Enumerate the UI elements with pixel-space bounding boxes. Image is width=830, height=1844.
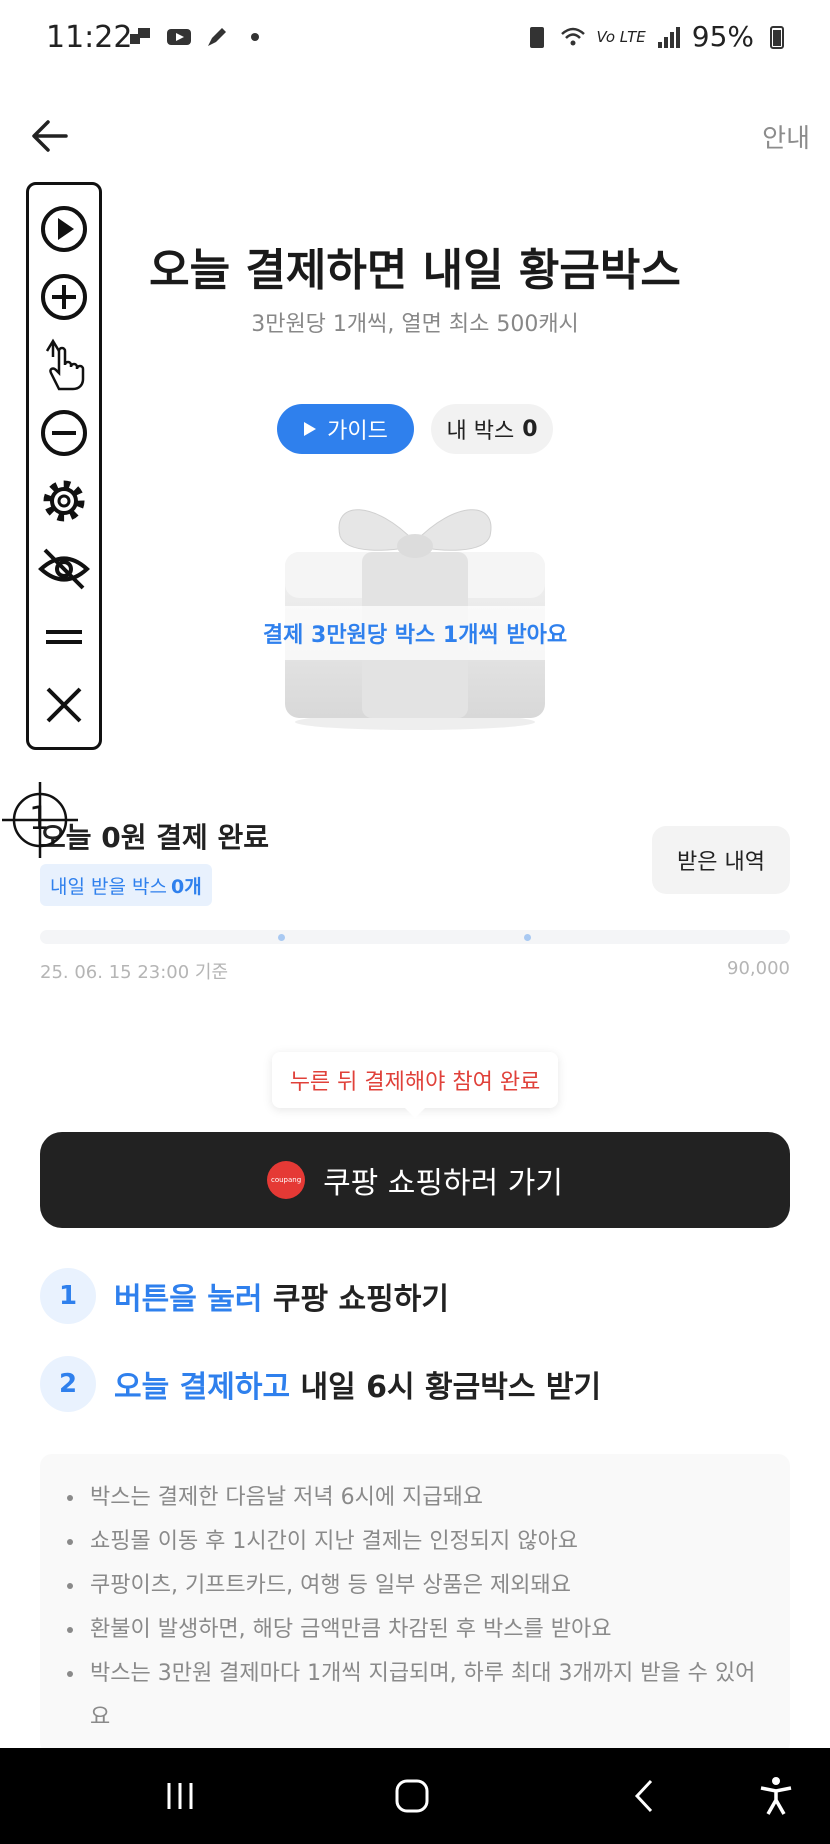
home-icon — [395, 1779, 429, 1813]
tomorrow-box-count: 0개 — [170, 875, 202, 898]
tomorrow-box-badge: 내일 받을 박스 0개 — [40, 864, 212, 906]
eye-off-icon — [38, 548, 90, 590]
battery-saver-icon — [530, 26, 545, 48]
minus-circle-icon — [41, 410, 87, 456]
back-arrow-icon[interactable] — [30, 116, 70, 156]
progress-goal: 90,000 — [727, 958, 790, 979]
play-icon — [304, 422, 317, 436]
system-nav-bar — [0, 1748, 830, 1844]
app-notification-icon — [130, 28, 150, 44]
received-history-button[interactable]: 받은 내역 — [652, 826, 790, 894]
notice-item: 박스는 결제한 다음날 저녁 6시에 지급돼요 — [86, 1476, 760, 1520]
notice-box: 박스는 결제한 다음날 저녁 6시에 지급돼요 쇼핑몰 이동 후 1시간이 지난… — [40, 1454, 790, 1754]
plus-circle-icon — [41, 274, 87, 320]
crosshair-marker: 1 — [2, 782, 78, 858]
toolbar-close-button[interactable] — [36, 677, 92, 733]
step-text: 버튼을 눌러 쿠팡 쇼핑하기 — [114, 1274, 449, 1318]
notification-icons — [128, 24, 268, 50]
step-number: 2 — [40, 1356, 96, 1412]
step-2: 2 오늘 결제하고 내일 6시 황금박스 받기 — [40, 1356, 601, 1412]
notice-item: 환불이 발생하면, 해당 금액만큼 차감된 후 박스를 받아요 — [86, 1608, 760, 1652]
network-label: Vo LTE — [596, 27, 646, 46]
close-icon — [46, 687, 82, 723]
step-1: 1 버튼을 눌러 쿠팡 쇼핑하기 — [40, 1268, 449, 1324]
step-number: 1 — [40, 1268, 96, 1324]
battery-percent: 95% — [691, 20, 754, 53]
step-highlight: 버튼을 눌러 — [114, 1282, 263, 1317]
back-nav-button[interactable] — [622, 1774, 666, 1818]
tomorrow-box-label: 내일 받을 박스 — [50, 875, 167, 898]
step-rest: 쿠팡 쇼핑하기 — [262, 1282, 449, 1317]
progress-marker — [524, 934, 531, 941]
wifi-icon — [561, 27, 586, 45]
toolbar-settings-button[interactable] — [36, 473, 92, 529]
play-circle-icon — [41, 206, 87, 252]
youtube-icon — [167, 29, 191, 45]
pen-icon — [208, 28, 226, 46]
toolbar-gesture-button[interactable] — [36, 337, 92, 393]
tap-hand-icon — [45, 338, 85, 391]
accessibility-button[interactable] — [754, 1774, 798, 1818]
toolbar-zoom-out-button[interactable] — [36, 405, 92, 461]
notice-list: 박스는 결제한 다음날 저녁 6시에 지급돼요 쇼핑몰 이동 후 1시간이 지난… — [86, 1476, 760, 1740]
go-shopping-label: 쿠팡 쇼핑하러 가기 — [323, 1166, 563, 1201]
status-right: Vo LTE 95% — [524, 20, 790, 53]
accessibility-icon — [760, 1777, 792, 1815]
status-time: 11:22 — [46, 20, 133, 55]
floating-toolbar — [26, 182, 102, 750]
page-title: 오늘 결제하면 내일 황금박스 — [149, 245, 681, 296]
my-box-label: 내 박스 — [446, 419, 515, 444]
back-chevron-icon — [634, 1779, 653, 1813]
step-highlight: 오늘 결제하고 — [114, 1370, 291, 1405]
notice-item: 쿠팡이츠, 기프트카드, 여행 등 일부 상품은 제외돼요 — [86, 1564, 760, 1608]
progress-timestamp: 25. 06. 15 23:00 기준 — [40, 962, 229, 983]
status-bar: 11:22 Vo LTE 95% — [0, 0, 830, 76]
dot-icon — [251, 33, 259, 41]
payment-progress-bar — [40, 930, 790, 944]
progress-marker — [278, 934, 285, 941]
help-link[interactable]: 안내 — [762, 118, 810, 155]
recent-apps-icon — [167, 1783, 193, 1809]
crosshair-label: 1 — [29, 799, 50, 837]
toolbar-drag-handle[interactable] — [36, 609, 92, 665]
participation-tooltip: 누른 뒤 결제해야 참여 완료 — [272, 1052, 558, 1118]
notice-item: 쇼핑몰 이동 후 1시간이 지난 결제는 인정되지 않아요 — [86, 1520, 760, 1564]
go-shopping-button[interactable]: coupang 쿠팡 쇼핑하러 가기 — [40, 1132, 790, 1228]
step-rest: 내일 6시 황금박스 받기 — [290, 1370, 602, 1405]
page-subtitle: 3만원당 1개씩, 열면 최소 500캐시 — [251, 312, 579, 337]
gear-icon — [43, 480, 85, 522]
step-text: 오늘 결제하고 내일 6시 황금박스 받기 — [114, 1362, 601, 1406]
drag-handle-icon — [46, 630, 82, 644]
gift-caption: 결제 3만원당 박스 1개씩 받아요 — [240, 606, 590, 660]
guide-label: 가이드 — [327, 419, 388, 444]
coupang-logo-icon: coupang — [267, 1161, 306, 1199]
signal-icon — [657, 26, 680, 48]
battery-icon — [770, 25, 784, 49]
notice-item: 박스는 3만원 결제마다 1개씩 지급되며, 하루 최대 3개까지 받을 수 있… — [86, 1652, 760, 1740]
my-box-count: 0 — [522, 416, 538, 442]
coupang-logo-text: coupang — [270, 1176, 302, 1184]
recent-apps-button[interactable] — [158, 1774, 202, 1818]
guide-button[interactable]: 가이드 — [277, 404, 414, 454]
toolbar-hide-button[interactable] — [36, 541, 92, 597]
toolbar-zoom-in-button[interactable] — [36, 269, 92, 325]
my-box-button[interactable]: 내 박스 0 — [431, 404, 553, 454]
home-button[interactable] — [390, 1774, 434, 1818]
toolbar-play-button[interactable] — [36, 201, 92, 257]
